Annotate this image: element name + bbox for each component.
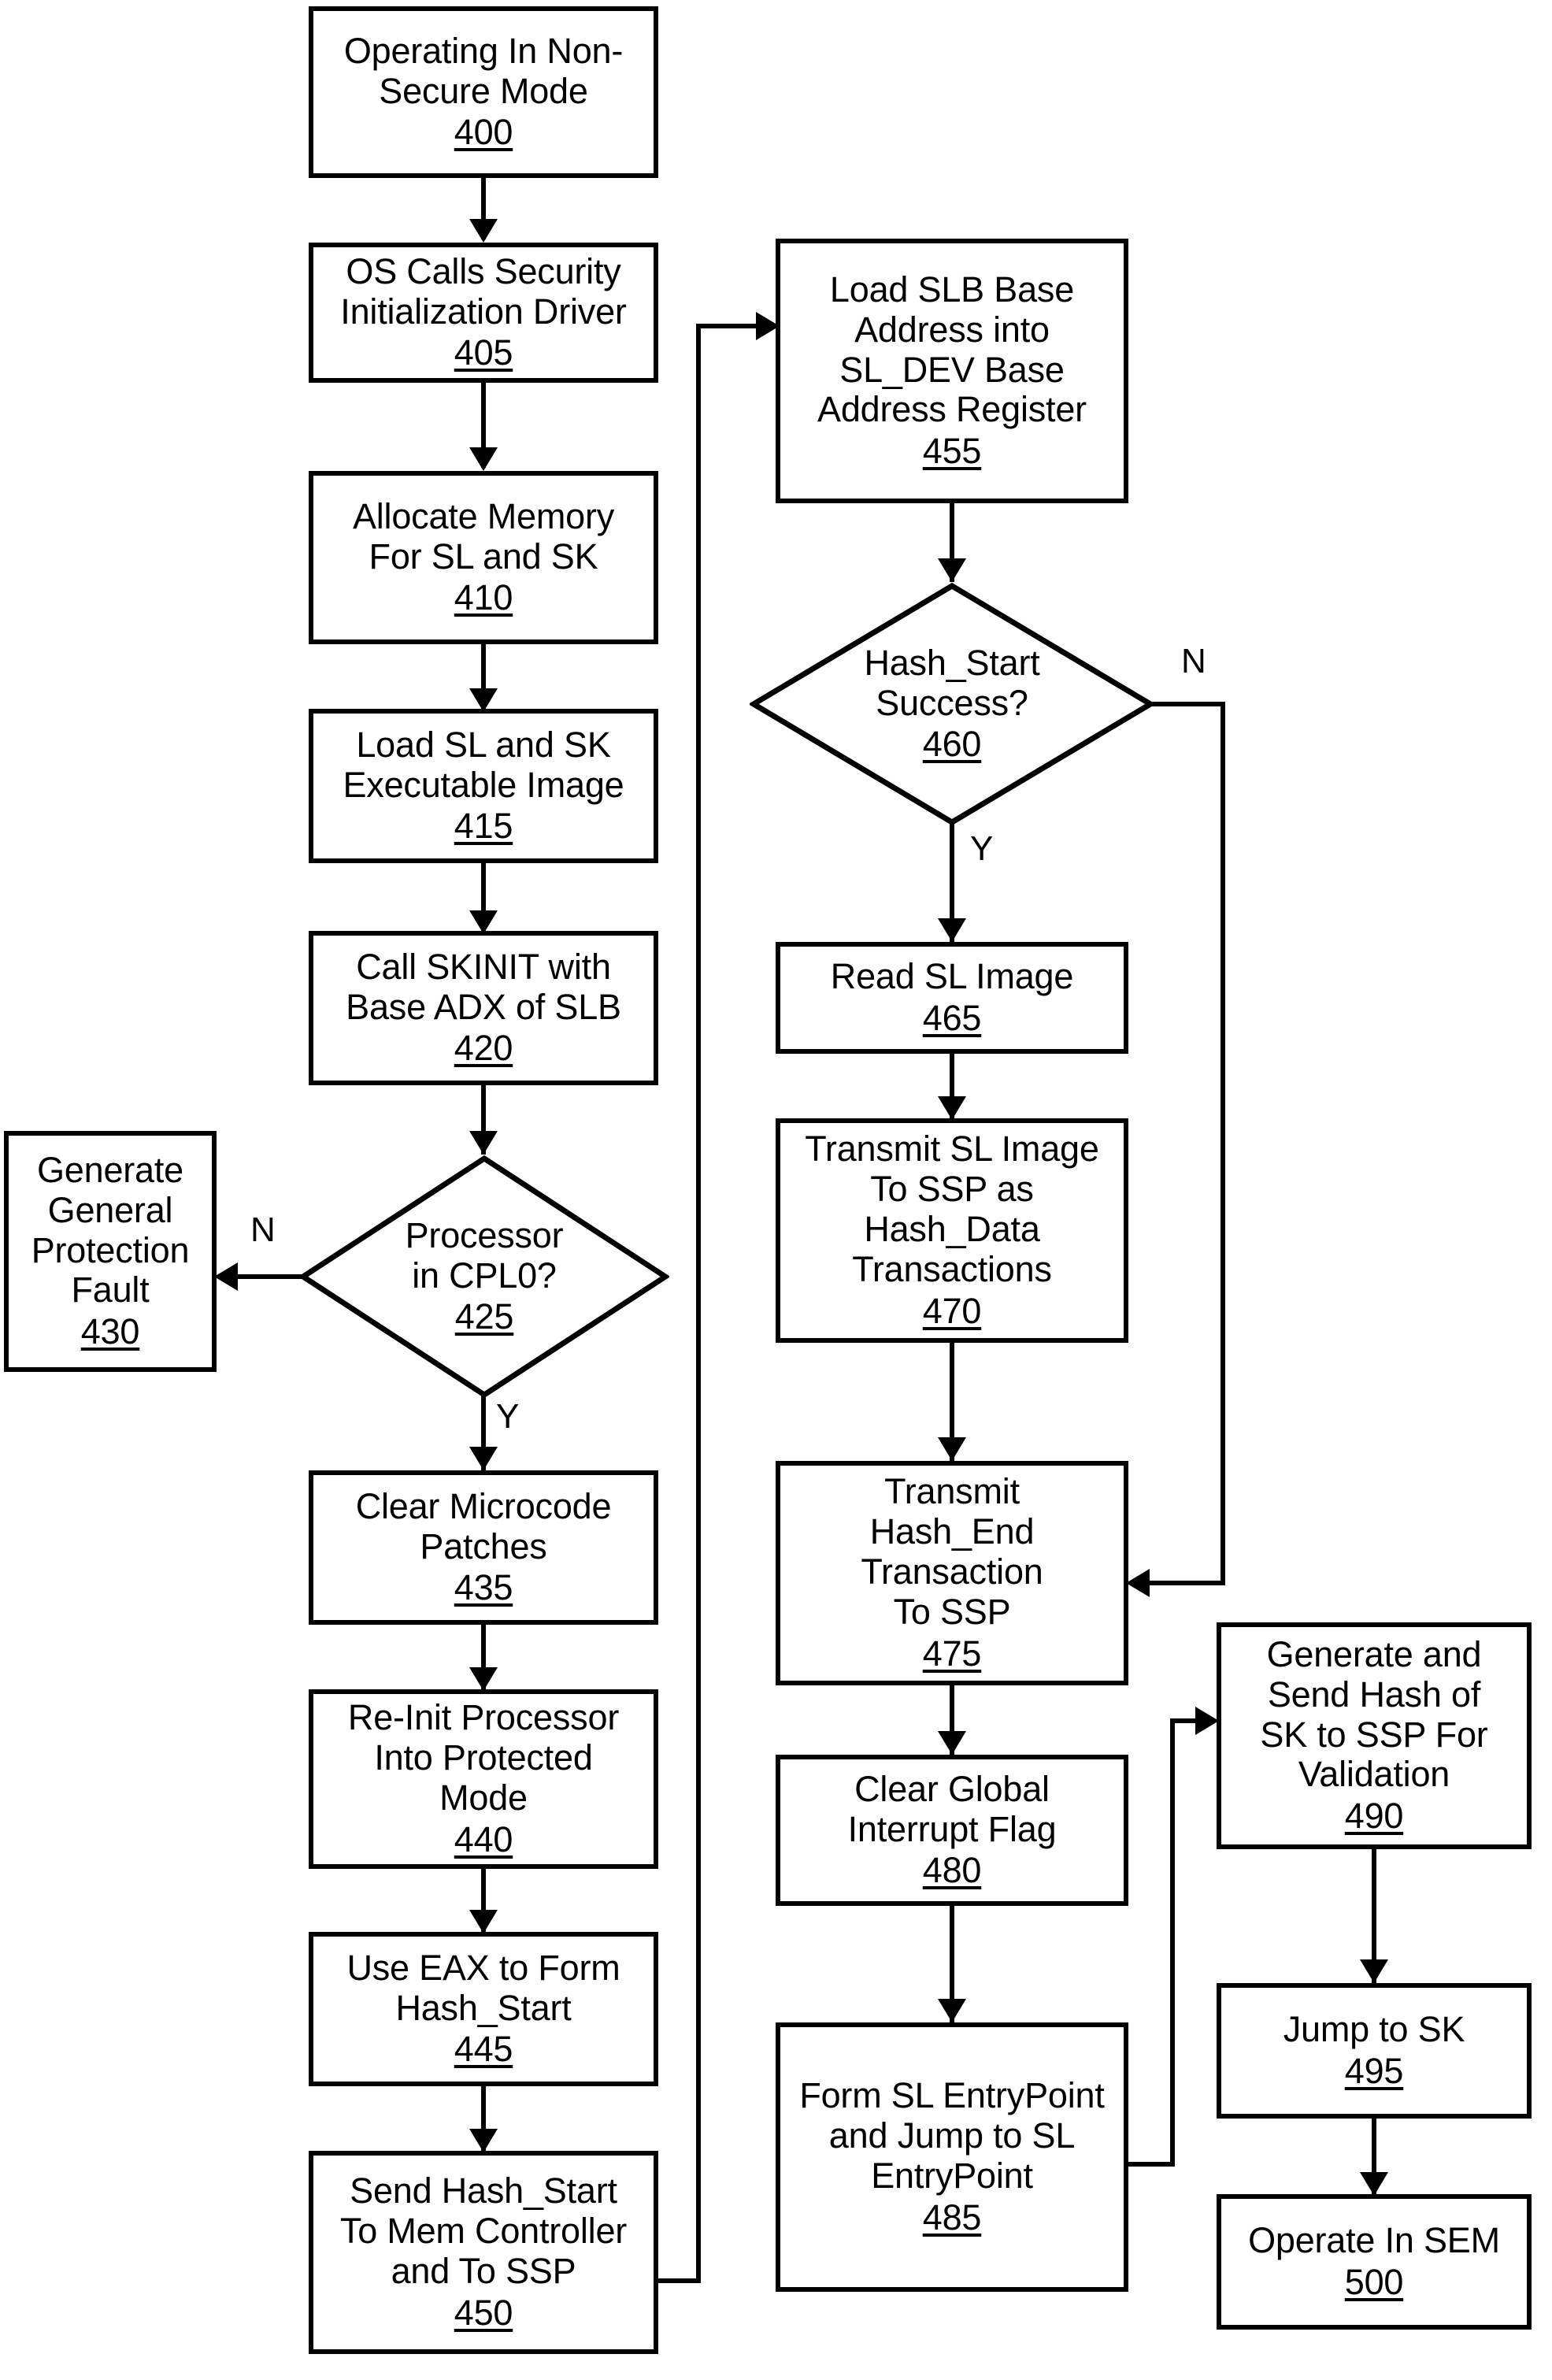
connector-460-no-segment-v	[1220, 702, 1225, 1585]
connector-450-to-455-segment-h-top	[696, 324, 765, 328]
node-re-init-processor-into-protected-mode: Re-Init Processor Into Protected Mode 44…	[309, 1689, 658, 1869]
node-reference-number: 495	[1344, 2051, 1404, 2091]
node-reference-number: 440	[454, 1818, 513, 1859]
node-text: Processor in CPL0?	[405, 1214, 564, 1296]
node-text: Generate General Protection Fault	[31, 1149, 190, 1310]
branch-label-cpl0-no: N	[250, 1210, 276, 1249]
node-text: Generate and Send Hash of SK to SSP For …	[1260, 1633, 1488, 1795]
arrowhead-465-to-470	[938, 1096, 966, 1120]
arrowhead-475-to-480	[938, 1731, 966, 1755]
node-use-eax-to-form-hash-start: Use EAX to Form Hash_Start 445	[309, 1932, 658, 2086]
node-reference-number: 480	[922, 1850, 982, 1891]
branch-label-cpl0-yes: Y	[496, 1397, 520, 1436]
node-text: Re-Init Processor Into Protected Mode	[347, 1697, 620, 1818]
branch-label-hashstart-no: N	[1181, 642, 1206, 680]
node-call-skinit-with-base-adx-of-slb: Call SKINIT with Base ADX of SLB 420	[309, 931, 658, 1085]
node-reference-number: 475	[922, 1633, 982, 1674]
node-reference-number: 460	[922, 724, 982, 765]
node-reference-number: 470	[922, 1290, 982, 1331]
connector-425-no-to-430	[228, 1274, 307, 1279]
decision-processor-in-cpl0: Processor in CPL0? 425	[299, 1155, 669, 1399]
arrowhead-445-to-450	[469, 2129, 498, 2152]
node-reference-number: 455	[922, 431, 982, 472]
node-text: Load SL and SK Executable Image	[343, 724, 624, 805]
node-text: Allocate Memory For SL and SK	[352, 495, 615, 576]
arrowhead-495-to-500	[1360, 2172, 1388, 2196]
node-clear-global-interrupt-flag: Clear Global Interrupt Flag 480	[776, 1755, 1128, 1906]
node-reference-number: 425	[454, 1296, 514, 1337]
node-load-sl-and-sk-executable-image: Load SL and SK Executable Image 415	[309, 709, 658, 863]
node-text: Use EAX to Form Hash_Start	[346, 1947, 620, 2028]
arrowhead-420-to-425	[469, 1131, 498, 1155]
flowchart-canvas: Operating In Non- Secure Mode 400 OS Cal…	[0, 0, 1552, 2380]
connector-460-no-segment-h-top	[1148, 702, 1225, 706]
node-text: Transmit SL Image To SSP as Hash_Data Tr…	[805, 1129, 1099, 1289]
node-reference-number: 450	[454, 2292, 513, 2333]
node-reference-number: 420	[454, 1028, 513, 1069]
node-load-slb-base-address-into-sl-dev-base-address-register: Load SLB Base Address into SL_DEV Base A…	[776, 239, 1128, 503]
arrowhead-460-no-to-475	[1126, 1569, 1150, 1597]
connector-485-to-490-segment-h-bottom	[1128, 2162, 1175, 2167]
node-text: OS Calls Security Initialization Driver	[340, 250, 627, 332]
node-clear-microcode-patches: Clear Microcode Patches 435	[309, 1470, 658, 1625]
node-reference-number: 445	[454, 2029, 513, 2070]
arrowhead-425-no-to-430	[214, 1262, 238, 1291]
node-reference-number: 490	[1344, 1796, 1404, 1837]
node-text: Send Hash_Start To Mem Controller and To…	[339, 2171, 628, 2291]
connector-450-to-455-segment-v	[696, 324, 701, 2283]
node-reference-number: 410	[454, 577, 513, 618]
connector-485-to-490-segment-v	[1170, 1718, 1175, 2167]
arrowhead-480-to-485	[938, 1999, 966, 2022]
arrowhead-405-to-410	[469, 447, 498, 471]
node-read-sl-image: Read SL Image 465	[776, 942, 1128, 1054]
node-reference-number: 435	[454, 1567, 513, 1608]
node-reference-number: 430	[80, 1311, 140, 1352]
node-text: Operate In SEM	[1248, 2220, 1500, 2261]
node-reference-number: 485	[922, 2196, 982, 2237]
node-operating-in-non-secure-mode: Operating In Non- Secure Mode 400	[309, 6, 658, 178]
node-send-hash-start-to-mem-controller-and-to-ssp: Send Hash_Start To Mem Controller and To…	[309, 2151, 658, 2354]
arrowhead-440-to-445	[469, 1910, 498, 1933]
arrowhead-435-to-440	[469, 1667, 498, 1691]
arrowhead-490-to-495	[1360, 1959, 1388, 1983]
node-text: Transmit Hash_End Transaction To SSP	[861, 1471, 1043, 1632]
node-text: Call SKINIT with Base ADX of SLB	[346, 946, 621, 1027]
arrowhead-460-yes-to-465	[938, 918, 966, 942]
arrowhead-400-to-405	[469, 219, 498, 243]
node-text: Load SLB Base Address into SL_DEV Base A…	[817, 269, 1087, 430]
node-text: Hash_Start Success?	[864, 642, 1040, 723]
node-reference-number: 500	[1344, 2262, 1404, 2302]
node-text: Jump to SK	[1283, 2009, 1465, 2050]
connector-450-to-455-segment-h-bottom	[658, 2278, 701, 2283]
node-text: Read SL Image	[830, 956, 1074, 997]
node-text: Clear Microcode Patches	[355, 1485, 612, 1566]
node-reference-number: 465	[922, 998, 982, 1038]
node-reference-number: 415	[454, 806, 513, 847]
node-allocate-memory-for-sl-and-sk: Allocate Memory For SL and SK 410	[309, 471, 658, 644]
arrowhead-485-to-490	[1195, 1707, 1219, 1735]
node-transmit-sl-image-to-ssp-as-hash-data-transactions: Transmit SL Image To SSP as Hash_Data Tr…	[776, 1118, 1128, 1343]
arrowhead-455-to-460	[938, 558, 966, 582]
node-generate-and-send-hash-of-sk-to-ssp-for-validation: Generate and Send Hash of SK to SSP For …	[1217, 1622, 1532, 1849]
node-generate-general-protection-fault: Generate General Protection Fault 430	[4, 1131, 217, 1372]
node-reference-number: 400	[454, 112, 513, 153]
node-text: Form SL EntryPoint and Jump to SL EntryP…	[799, 2075, 1105, 2196]
node-os-calls-security-initialization-driver: OS Calls Security Initialization Driver …	[309, 243, 658, 383]
node-text: Operating In Non- Secure Mode	[343, 30, 624, 111]
node-text: Clear Global Interrupt Flag	[847, 1768, 1057, 1849]
arrowhead-425-yes-to-435	[469, 1447, 498, 1470]
connector-460-no-segment-h-bottom	[1143, 1581, 1225, 1585]
node-jump-to-sk: Jump to SK 495	[1217, 1983, 1532, 2119]
branch-label-hashstart-yes: Y	[970, 829, 994, 868]
node-operate-in-sem: Operate In SEM 500	[1217, 2194, 1532, 2330]
node-transmit-hash-end-transaction-to-ssp: Transmit Hash_End Transaction To SSP 475	[776, 1461, 1128, 1685]
node-form-sl-entrypoint-and-jump-to-sl-entrypoint: Form SL EntryPoint and Jump to SL EntryP…	[776, 2022, 1128, 2292]
decision-hash-start-success: Hash_Start Success? 460	[750, 582, 1154, 826]
arrowhead-470-to-475	[938, 1437, 966, 1461]
node-reference-number: 405	[454, 332, 513, 373]
